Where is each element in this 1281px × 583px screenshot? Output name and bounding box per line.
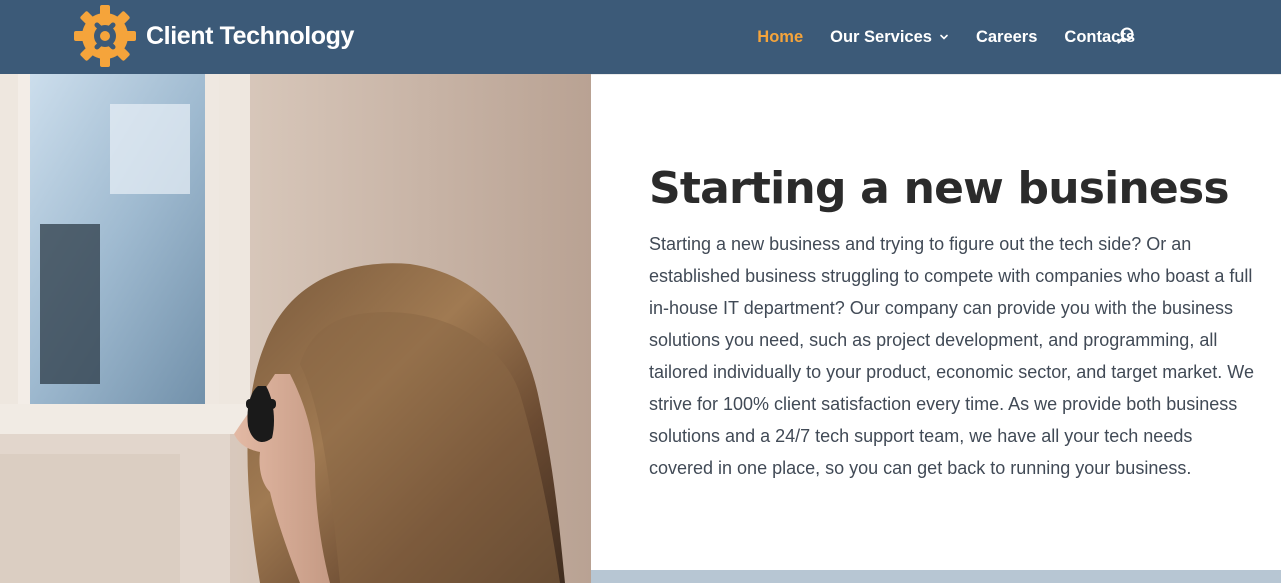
hero-content: Starting a new business Starting a new b… <box>649 160 1259 484</box>
nav-careers[interactable]: Careers <box>976 28 1037 47</box>
main-nav: Home Our Services Careers Contacts <box>730 0 1135 74</box>
nav-home-label: Home <box>757 27 804 46</box>
brand-name: Client Technology <box>146 21 355 50</box>
gear-wrench-icon <box>74 5 136 67</box>
woman-photo <box>0 74 591 583</box>
nav-careers-label: Careers <box>975 27 1038 46</box>
hero-paragraph: Starting a new business and trying to fi… <box>649 234 1254 478</box>
nav-our-services[interactable]: Our Services <box>830 28 949 47</box>
search-icon[interactable] <box>1116 26 1136 46</box>
chevron-down-icon <box>940 34 948 40</box>
site-header: Client Technology Home Our Services Care… <box>0 0 1281 74</box>
nav-our-services-label: Our Services <box>830 27 932 46</box>
site-logo[interactable]: Client Technology <box>72 2 354 70</box>
page-title: Starting a new business <box>649 163 1230 214</box>
section-divider <box>591 570 1281 583</box>
hero-image <box>0 74 591 583</box>
nav-home[interactable]: Home <box>757 28 803 47</box>
